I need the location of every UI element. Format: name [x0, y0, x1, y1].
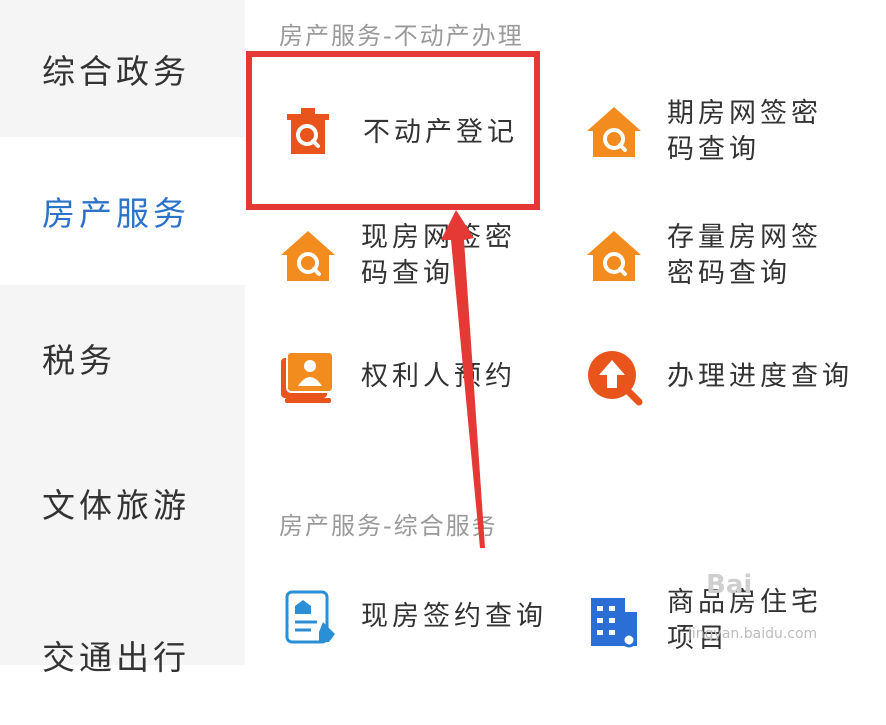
baidu-logo: Bai [706, 570, 753, 600]
watermark-text: jingyan.baidu.com [688, 626, 818, 642]
annotation-arrow-icon [441, 210, 485, 548]
